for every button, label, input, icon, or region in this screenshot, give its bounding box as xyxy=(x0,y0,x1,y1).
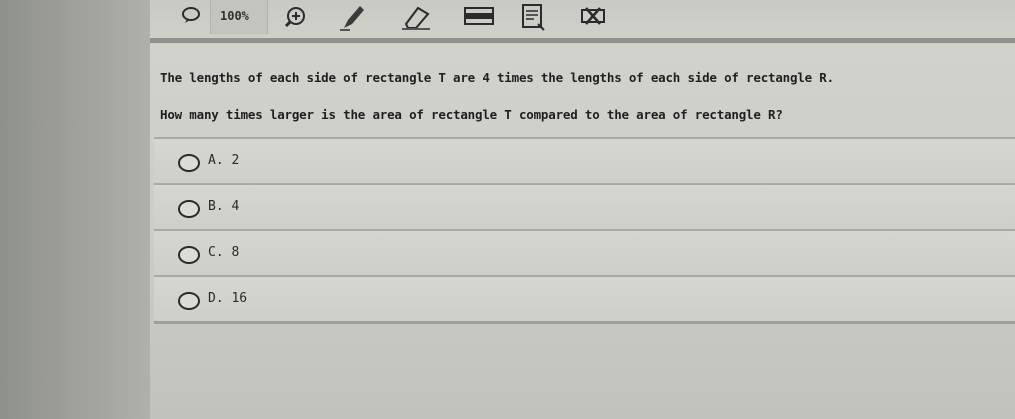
radio-button[interactable] xyxy=(178,292,200,310)
choice-label: B. 4 xyxy=(208,199,240,214)
radio-button[interactable] xyxy=(178,246,200,264)
zoom-in-icon[interactable] xyxy=(282,4,308,30)
test-screen: 100% The lengths of each side of rectang… xyxy=(150,0,1015,419)
radio-button[interactable] xyxy=(178,154,200,172)
notes-icon[interactable] xyxy=(518,2,548,32)
eraser-icon[interactable] xyxy=(398,2,434,32)
toolbar-divider xyxy=(150,38,1015,43)
choice-d[interactable]: D. 16 xyxy=(154,275,1015,324)
chat-bubble-icon[interactable] xyxy=(180,4,202,26)
choice-label: D. 16 xyxy=(208,291,248,306)
zoom-level: 100% xyxy=(220,9,249,23)
choice-label: C. 8 xyxy=(208,245,240,260)
choice-c[interactable]: C. 8 xyxy=(154,229,1015,275)
pencil-icon[interactable] xyxy=(338,2,368,32)
left-bezel xyxy=(0,0,158,419)
choice-a[interactable]: A. 2 xyxy=(154,137,1015,183)
line-reader-icon[interactable] xyxy=(462,4,496,28)
choice-b[interactable]: B. 4 xyxy=(154,183,1015,229)
question-prompt: How many times larger is the area of rec… xyxy=(160,107,783,122)
answer-choices: A. 2 B. 4 C. 8 D. 16 xyxy=(154,137,1015,324)
choice-label: A. 2 xyxy=(208,153,240,168)
eliminate-choice-icon[interactable] xyxy=(580,4,606,28)
toolbar: 100% xyxy=(150,0,1015,38)
radio-button[interactable] xyxy=(178,200,200,218)
question-stem: The lengths of each side of rectangle T … xyxy=(160,70,834,85)
